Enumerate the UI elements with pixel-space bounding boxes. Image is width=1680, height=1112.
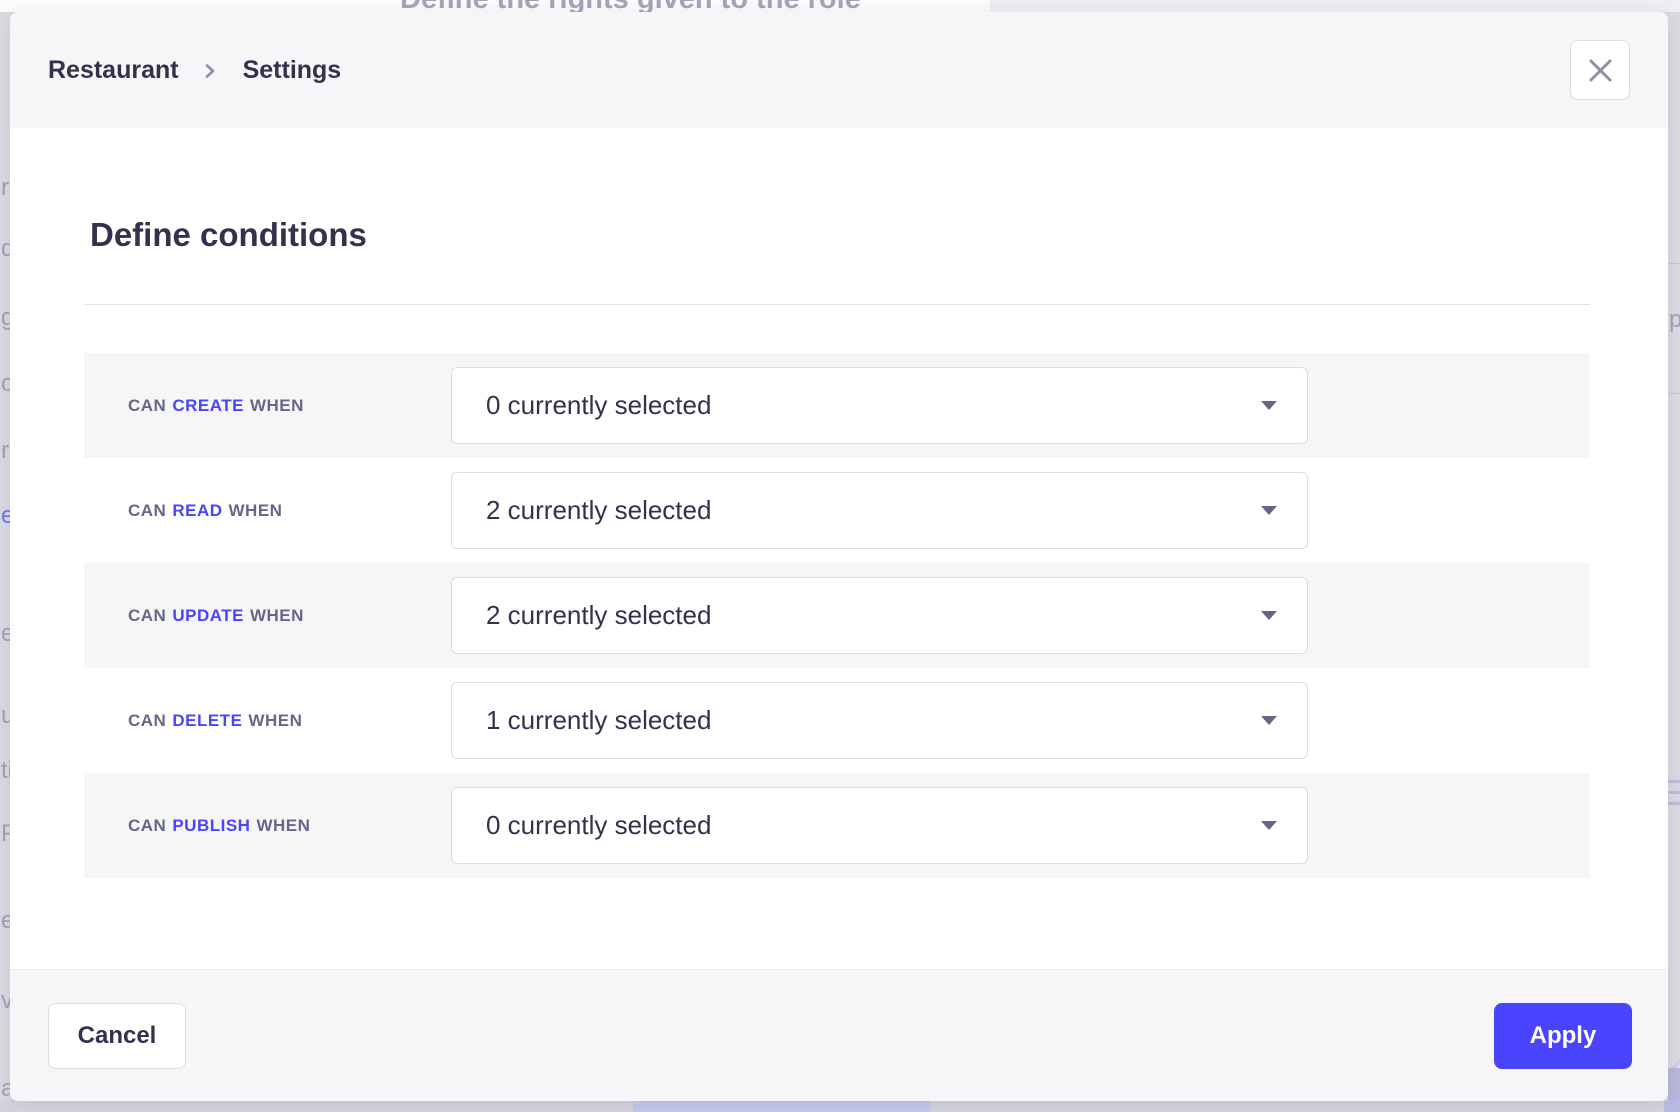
conditions-list: CAN CREATE WHEN 0 currently selected CAN… [84, 353, 1590, 878]
background-text-fragment: ri [1, 439, 10, 463]
condition-row-publish: CAN PUBLISH WHEN 0 currently selected [84, 773, 1590, 878]
selected-count: 2 currently selected [486, 600, 711, 631]
selected-count: 2 currently selected [486, 495, 711, 526]
background-text-fragment: e [1, 504, 10, 528]
chevron-down-icon [1261, 506, 1277, 515]
condition-label-delete: CAN DELETE WHEN [84, 711, 451, 731]
condition-label-update: CAN UPDATE WHEN [84, 606, 451, 626]
label-action: READ [172, 501, 222, 521]
background-right-strip: p ✓ [1668, 12, 1680, 1101]
background-separator [1668, 263, 1680, 264]
background-text-fragment: ai [1, 1077, 10, 1101]
chevron-down-icon [1261, 611, 1277, 620]
condition-label-create: CAN CREATE WHEN [84, 396, 451, 416]
background-text-fragment: d [1, 237, 10, 261]
close-button[interactable] [1570, 40, 1630, 100]
background-text-fragment: ti [1, 759, 10, 783]
condition-label-publish: CAN PUBLISH WHEN [84, 816, 451, 836]
background-text-fragment: P [1, 822, 10, 846]
background-blue-band [1668, 1068, 1680, 1101]
chevron-down-icon [1261, 821, 1277, 830]
condition-row-update: CAN UPDATE WHEN 2 currently selected [84, 563, 1590, 668]
background-text-fragment: o [1, 372, 10, 396]
label-prefix: CAN [128, 501, 166, 521]
label-suffix: WHEN [250, 606, 304, 626]
background-list-line [1668, 802, 1680, 805]
background-text-fragment: g [1, 306, 10, 330]
background-top-strip-gray [990, 0, 1680, 12]
selected-count: 0 currently selected [486, 810, 711, 841]
background-text-fragment: u [1, 704, 10, 728]
cancel-button[interactable]: Cancel [48, 1003, 186, 1069]
apply-button[interactable]: Apply [1494, 1003, 1632, 1069]
condition-label-read: CAN READ WHEN [84, 501, 451, 521]
background-text-fragment: er [1, 622, 10, 646]
label-suffix: WHEN [256, 816, 310, 836]
label-prefix: CAN [128, 606, 166, 626]
selected-count: 0 currently selected [486, 390, 711, 421]
condition-select-publish[interactable]: 0 currently selected [451, 787, 1308, 864]
background-bottom-segment [1664, 1101, 1680, 1112]
condition-select-create[interactable]: 0 currently selected [451, 367, 1308, 444]
chevron-down-icon [1261, 401, 1277, 410]
label-action: CREATE [172, 396, 244, 416]
label-prefix: CAN [128, 816, 166, 836]
background-text-fragment: e [1, 909, 10, 933]
label-suffix: WHEN [229, 501, 283, 521]
modal-footer: Cancel Apply [10, 969, 1668, 1101]
label-suffix: WHEN [250, 396, 304, 416]
background-text-fragment: r [1, 176, 9, 200]
label-suffix: WHEN [248, 711, 302, 731]
background-bottom-strip [0, 1101, 1680, 1112]
label-prefix: CAN [128, 396, 166, 416]
condition-row-create: CAN CREATE WHEN 0 currently selected [84, 353, 1590, 458]
condition-row-read: CAN READ WHEN 2 currently selected [84, 458, 1590, 563]
condition-select-update[interactable]: 2 currently selected [451, 577, 1308, 654]
modal-title: Define conditions [90, 216, 1594, 254]
chevron-down-icon [1261, 716, 1277, 725]
background-separator [1668, 393, 1680, 394]
label-action: UPDATE [172, 606, 244, 626]
condition-select-delete[interactable]: 1 currently selected [451, 682, 1308, 759]
background-bottom-segment [633, 1101, 930, 1112]
divider [84, 304, 1590, 305]
label-action: PUBLISH [172, 816, 250, 836]
chevron-right-icon [203, 62, 217, 80]
breadcrumb-current: Settings [243, 56, 342, 85]
condition-select-read[interactable]: 2 currently selected [451, 472, 1308, 549]
background-list-line [1668, 791, 1680, 794]
background-text-fragment: p [1669, 308, 1680, 332]
label-action: DELETE [172, 711, 242, 731]
define-conditions-modal: Restaurant Settings Define conditions CA… [10, 12, 1668, 1101]
background-list-line [1668, 780, 1680, 783]
selected-count: 1 currently selected [486, 705, 711, 736]
label-prefix: CAN [128, 711, 166, 731]
condition-row-delete: CAN DELETE WHEN 1 currently selected [84, 668, 1590, 773]
modal-header: Restaurant Settings [10, 12, 1668, 128]
breadcrumb: Restaurant Settings [48, 56, 341, 85]
background-left-strip: r d g o ri e er u ti P e v ai [0, 12, 10, 1101]
modal-body: Define conditions CAN CREATE WHEN 0 curr… [10, 128, 1668, 969]
breadcrumb-root[interactable]: Restaurant [48, 56, 179, 85]
close-icon [1587, 57, 1614, 84]
background-text-fragment: v [1, 989, 10, 1013]
